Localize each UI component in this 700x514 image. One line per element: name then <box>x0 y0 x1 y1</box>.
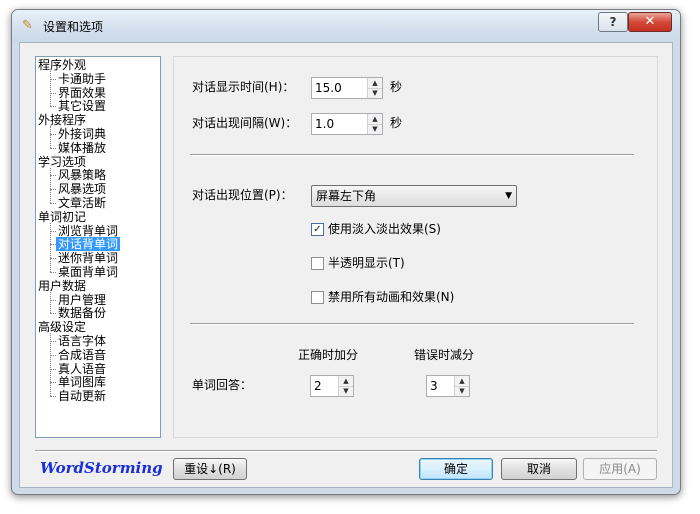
correct-score-spinner[interactable]: 2 ▲ ▼ <box>310 375 354 397</box>
interval-label: 对话出现间隔(W)： <box>192 116 298 130</box>
footer-divider <box>35 450 657 452</box>
reset-button[interactable]: 重设↓(R) <box>173 458 247 480</box>
spin-down-icon[interactable]: ▼ <box>455 386 469 396</box>
disable-animation-checkbox[interactable] <box>311 291 324 304</box>
section-divider <box>190 154 634 156</box>
position-select[interactable]: 屏幕左下角 ▼ <box>311 185 517 207</box>
position-value: 屏幕左下角 <box>316 189 377 203</box>
tree-item[interactable]: 真人语音 <box>56 362 108 376</box>
spin-down-icon[interactable]: ▼ <box>339 386 353 396</box>
tree-group[interactable]: 用户数据 <box>38 279 86 293</box>
spin-down-icon[interactable]: ▼ <box>368 88 382 98</box>
tree-item[interactable]: 风暴选项 <box>56 182 108 196</box>
cancel-button[interactable]: 取消 <box>501 458 577 480</box>
tree-item[interactable]: 用户管理 <box>56 293 108 307</box>
help-button[interactable]: ? <box>598 12 628 32</box>
display-time-spinner[interactable]: 15.0 ▲ ▼ <box>311 77 383 99</box>
fade-label[interactable]: 使用淡入淡出效果(S) <box>328 221 441 237</box>
correct-header: 正确时加分 <box>298 348 359 362</box>
tree-item[interactable]: 外接词典 <box>56 127 108 141</box>
disable-animation-label[interactable]: 禁用所有动画和效果(N) <box>328 289 454 305</box>
correct-score-value[interactable]: 2 <box>314 378 322 394</box>
tree-item[interactable]: 迷你背单词 <box>56 251 120 265</box>
tree-connector <box>50 222 51 272</box>
fade-checkbox[interactable]: ✓ <box>311 223 324 236</box>
translucent-label[interactable]: 半透明显示(T) <box>328 255 405 271</box>
dialog-client-area: 程序外观 卡通助手 界面效果 其它设置 外接程序 外接词典 媒体播放 学习选项 风暴策略 风暴选项… <box>19 42 673 488</box>
checkmark-icon: ✓ <box>313 224 322 235</box>
position-label: 对话出现位置(P)： <box>192 188 293 202</box>
ok-button[interactable]: 确定 <box>419 458 493 480</box>
brand-logo-text: WordStorming <box>40 459 163 477</box>
interval-spin-buttons: ▲ ▼ <box>367 114 382 134</box>
window-title: 设置和选项 <box>43 20 104 34</box>
title-bar[interactable]: ✎ 设置和选项 ? ✕ <box>12 10 680 42</box>
display-time-label: 对话显示时间(H)： <box>192 80 295 94</box>
tree-group[interactable]: 单词初记 <box>38 210 86 224</box>
interval-value[interactable]: 1.0 <box>315 116 334 132</box>
close-button[interactable]: ✕ <box>628 12 672 32</box>
tree-item[interactable]: 其它设置 <box>56 99 108 113</box>
tree-item[interactable]: 语言字体 <box>56 334 108 348</box>
tree-connector <box>50 126 51 148</box>
display-time-value[interactable]: 15.0 <box>315 80 342 96</box>
display-time-spin-buttons: ▲ ▼ <box>367 78 382 98</box>
tree-item[interactable]: 卡通助手 <box>56 72 108 86</box>
answer-label: 单词回答： <box>192 378 253 392</box>
tree-group[interactable]: 学习选项 <box>38 155 86 169</box>
section-divider <box>190 323 634 325</box>
settings-dialog: ✎ 设置和选项 ? ✕ 程序外观 卡通助手 界面效果 其它设置 外接程序 外接词典 媒体播放… <box>11 9 681 495</box>
tree-connector <box>50 291 51 314</box>
wrong-header: 错误时减分 <box>414 348 475 362</box>
translucent-checkbox[interactable] <box>311 257 324 270</box>
tree-item[interactable]: 媒体播放 <box>56 141 108 155</box>
tree-item[interactable]: 自动更新 <box>56 389 108 403</box>
tree-item[interactable]: 文章活断 <box>56 196 108 210</box>
options-tree[interactable]: 程序外观 卡通助手 界面效果 其它设置 外接程序 外接词典 媒体播放 学习选项 风暴策略 风暴选项… <box>35 56 161 438</box>
tree-item[interactable]: 风暴策略 <box>56 168 108 182</box>
tree-item[interactable]: 合成语音 <box>56 348 108 362</box>
tree-item[interactable]: 桌面背单词 <box>56 265 120 279</box>
tree-group[interactable]: 高级设定 <box>38 320 86 334</box>
tree-item[interactable]: 对话背单词 <box>56 237 121 252</box>
display-time-unit: 秒 <box>390 80 403 94</box>
help-icon: ? <box>609 15 617 29</box>
wand-icon: ✎ <box>22 18 33 33</box>
close-icon: ✕ <box>644 14 656 29</box>
tree-connector <box>50 167 51 203</box>
wrong-score-spin-buttons: ▲ ▼ <box>454 376 469 396</box>
tree-connector <box>50 333 51 397</box>
tree-item[interactable]: 数据备份 <box>56 306 108 320</box>
wrong-score-value[interactable]: 3 <box>430 378 438 394</box>
tree-item[interactable]: 界面效果 <box>56 86 108 100</box>
interval-spinner[interactable]: 1.0 ▲ ▼ <box>311 113 383 135</box>
tree-group[interactable]: 外接程序 <box>38 113 86 127</box>
settings-panel: 对话显示时间(H)： 15.0 ▲ ▼ 秒 对话出现间隔(W)： 1.0 ▲ ▼… <box>173 56 658 438</box>
wrong-score-spinner[interactable]: 3 ▲ ▼ <box>426 375 470 397</box>
tree-item[interactable]: 浏览背单词 <box>56 224 120 238</box>
chevron-down-icon: ▼ <box>505 191 512 201</box>
spin-down-icon[interactable]: ▼ <box>368 124 382 134</box>
tree-group[interactable]: 程序外观 <box>38 58 86 72</box>
tree-item[interactable]: 单词图库 <box>56 375 108 389</box>
interval-unit: 秒 <box>390 116 403 130</box>
correct-score-spin-buttons: ▲ ▼ <box>338 376 353 396</box>
apply-button[interactable]: 应用(A) <box>583 458 657 480</box>
tree-connector <box>50 71 51 107</box>
